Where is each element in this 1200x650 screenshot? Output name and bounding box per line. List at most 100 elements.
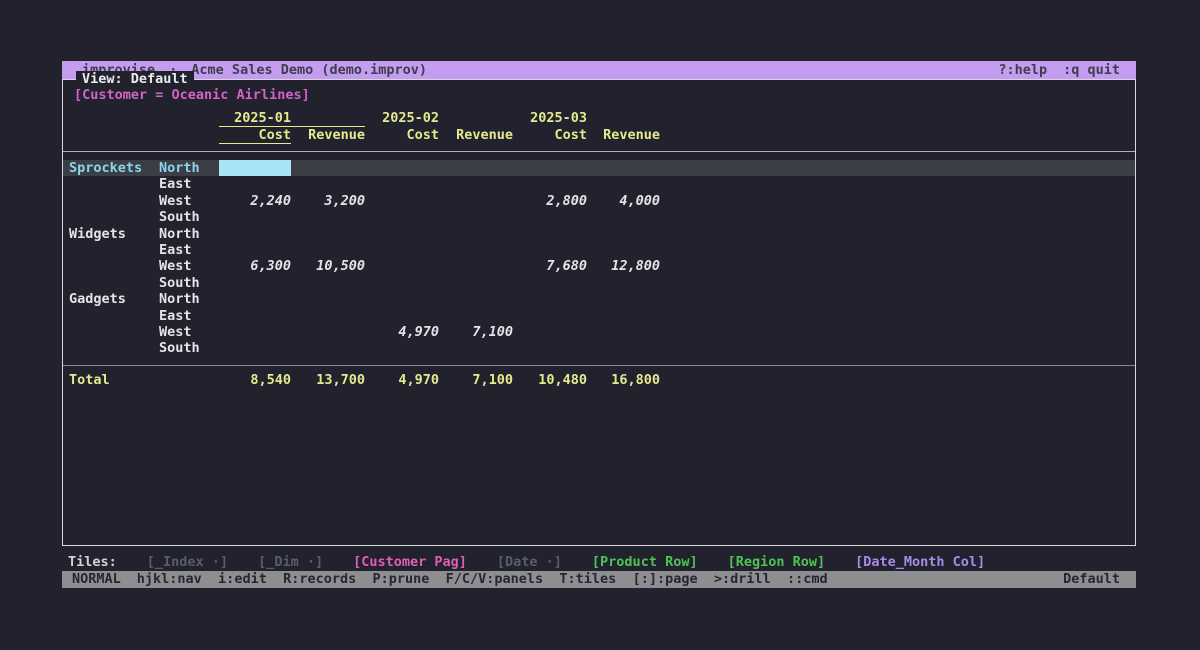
month-column-header[interactable]: 2025-03	[513, 110, 660, 127]
value-cell[interactable]	[587, 209, 660, 225]
tile-chip[interactable]: [Product Row]	[592, 554, 698, 570]
value-cell[interactable]: 7,680	[513, 258, 587, 274]
value-cell[interactable]	[219, 226, 291, 242]
measure-header[interactable]: Revenue	[291, 127, 365, 144]
value-cell[interactable]	[291, 209, 365, 225]
value-cell[interactable]	[513, 291, 587, 307]
selected-cell[interactable]	[219, 160, 291, 176]
measure-header[interactable]: Cost	[219, 127, 291, 144]
value-cell[interactable]	[587, 275, 660, 291]
value-cell[interactable]	[365, 340, 439, 356]
value-cell[interactable]	[365, 226, 439, 242]
value-cell[interactable]	[365, 242, 439, 258]
value-cell[interactable]	[439, 291, 513, 307]
value-cell[interactable]	[291, 324, 365, 340]
value-cell[interactable]	[219, 291, 291, 307]
value-cell[interactable]	[439, 160, 513, 176]
value-cell[interactable]	[513, 308, 587, 324]
measure-header[interactable]: Cost	[365, 127, 439, 144]
value-cell[interactable]	[587, 160, 660, 176]
measure-header[interactable]: Cost	[513, 127, 587, 144]
tile-chip[interactable]: [Customer Pag]	[353, 553, 467, 571]
table-row[interactable]: East	[63, 242, 1135, 258]
value-cell[interactable]	[513, 340, 587, 356]
value-cell[interactable]: 7,100	[439, 324, 513, 340]
value-cell[interactable]	[219, 176, 291, 192]
value-cell[interactable]	[439, 226, 513, 242]
value-cell[interactable]	[365, 258, 439, 274]
table-row[interactable]: South	[63, 275, 1135, 291]
value-cell[interactable]	[513, 275, 587, 291]
value-cell[interactable]	[439, 209, 513, 225]
table-row[interactable]: East	[63, 176, 1135, 192]
value-cell[interactable]	[291, 242, 365, 258]
value-cell[interactable]	[587, 340, 660, 356]
table-row[interactable]: West2,2403,2002,8004,000	[63, 193, 1135, 209]
value-cell[interactable]	[587, 226, 660, 242]
value-cell[interactable]	[513, 176, 587, 192]
value-cell[interactable]	[219, 242, 291, 258]
value-cell[interactable]: 6,300	[219, 258, 291, 274]
value-cell[interactable]: 2,800	[513, 193, 587, 209]
value-cell[interactable]	[291, 160, 365, 176]
value-cell[interactable]: 4,000	[587, 193, 660, 209]
value-cell[interactable]	[587, 324, 660, 340]
value-cell[interactable]	[291, 340, 365, 356]
tile-chip[interactable]: [Date_Month Col]	[855, 553, 985, 571]
value-cell[interactable]	[439, 308, 513, 324]
table-row[interactable]: South	[63, 209, 1135, 225]
value-cell[interactable]	[365, 160, 439, 176]
value-cell[interactable]	[291, 275, 365, 291]
value-cell[interactable]	[365, 193, 439, 209]
table-row[interactable]: South	[63, 340, 1135, 356]
value-cell[interactable]: 4,970	[365, 324, 439, 340]
tile-chip[interactable]: [_Index ·]	[147, 553, 228, 571]
month-column-header[interactable]: 2025-02	[365, 110, 513, 127]
value-cell[interactable]	[513, 160, 587, 176]
table-row[interactable]: WidgetsNorth	[63, 226, 1135, 242]
value-cell[interactable]	[439, 176, 513, 192]
month-column-header[interactable]: 2025-01	[219, 110, 365, 127]
value-cell[interactable]: 2,240	[219, 193, 291, 209]
value-cell[interactable]	[587, 291, 660, 307]
value-cell[interactable]	[513, 324, 587, 340]
value-cell[interactable]	[291, 291, 365, 307]
value-cell[interactable]	[219, 340, 291, 356]
measure-header[interactable]: Revenue	[587, 127, 660, 144]
value-cell[interactable]	[219, 209, 291, 225]
value-cell[interactable]	[587, 176, 660, 192]
table-row[interactable]: West6,30010,5007,68012,800	[63, 258, 1135, 274]
value-cell[interactable]	[439, 340, 513, 356]
value-cell[interactable]	[513, 209, 587, 225]
value-cell[interactable]	[439, 242, 513, 258]
value-cell[interactable]	[439, 258, 513, 274]
value-cell[interactable]	[291, 176, 365, 192]
value-cell[interactable]	[219, 308, 291, 324]
tile-chip[interactable]: [_Dim ·]	[258, 553, 323, 571]
value-cell[interactable]	[219, 324, 291, 340]
table-row[interactable]: GadgetsNorth	[63, 291, 1135, 307]
table-row[interactable]: SprocketsNorth	[63, 160, 1135, 176]
value-cell[interactable]	[365, 176, 439, 192]
value-cell[interactable]	[365, 275, 439, 291]
value-cell[interactable]	[439, 193, 513, 209]
value-cell[interactable]	[513, 242, 587, 258]
tile-chip[interactable]: [Date ·]	[497, 553, 562, 571]
value-cell[interactable]: 10,500	[291, 258, 365, 274]
value-cell[interactable]	[365, 209, 439, 225]
table-row[interactable]: West4,9707,100	[63, 324, 1135, 340]
value-cell[interactable]	[365, 291, 439, 307]
value-cell[interactable]	[365, 308, 439, 324]
measure-header[interactable]: Revenue	[439, 127, 513, 144]
value-cell[interactable]: 3,200	[291, 193, 365, 209]
value-cell[interactable]	[291, 226, 365, 242]
value-cell[interactable]	[587, 242, 660, 258]
value-cell[interactable]	[291, 308, 365, 324]
value-cell[interactable]	[439, 275, 513, 291]
value-cell[interactable]	[219, 275, 291, 291]
tile-chip[interactable]: [Region Row]	[728, 554, 826, 570]
table-row[interactable]: East	[63, 308, 1135, 324]
value-cell[interactable]	[513, 226, 587, 242]
value-cell[interactable]: 12,800	[587, 258, 660, 274]
value-cell[interactable]	[587, 308, 660, 324]
